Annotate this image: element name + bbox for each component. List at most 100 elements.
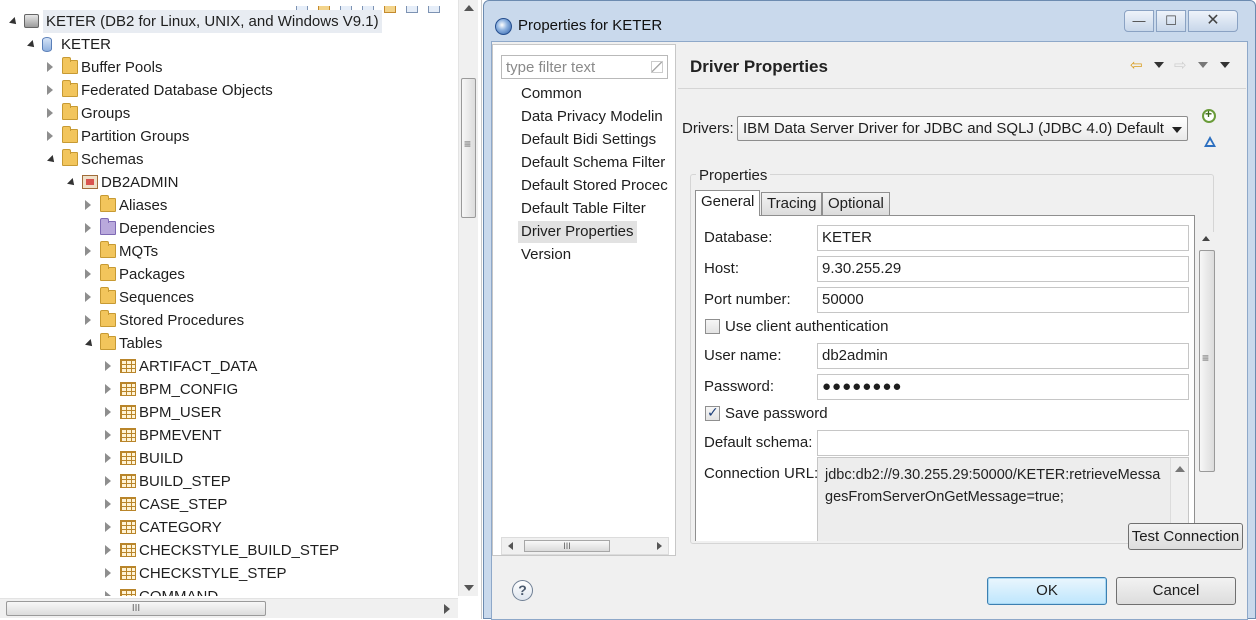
scroll-up-icon[interactable] bbox=[464, 5, 474, 11]
collapsed-twisty-icon[interactable] bbox=[47, 85, 53, 95]
default-schema-field[interactable] bbox=[817, 430, 1189, 456]
tree-item[interactable]: KETER (DB2 for Linux, UNIX, and Windows … bbox=[0, 10, 458, 33]
expanded-twisty-icon[interactable] bbox=[67, 178, 77, 188]
close-button[interactable]: ✕ bbox=[1188, 10, 1238, 32]
save-password-checkbox[interactable] bbox=[705, 404, 720, 421]
nav-item-common[interactable]: Common bbox=[518, 83, 668, 105]
nav-item-driver-properties[interactable]: Driver Properties bbox=[518, 221, 637, 243]
back-arrow-icon[interactable]: ⇦ bbox=[1130, 58, 1143, 73]
tree-item[interactable]: CATEGORY bbox=[0, 516, 458, 539]
tree-vertical-scrollbar[interactable] bbox=[458, 0, 478, 596]
collapsed-twisty-icon[interactable] bbox=[105, 499, 111, 509]
scroll-thumb[interactable] bbox=[461, 78, 476, 218]
port-field[interactable]: 50000 bbox=[817, 287, 1189, 313]
password-field[interactable]: ●●●●●●●● bbox=[817, 374, 1189, 400]
tree-item[interactable]: BUILD bbox=[0, 447, 458, 470]
back-menu-chevron-down-icon[interactable] bbox=[1154, 62, 1164, 68]
tree-item[interactable]: Buffer Pools bbox=[0, 56, 458, 79]
tree-item[interactable]: CHECKSTYLE_BUILD_STEP bbox=[0, 539, 458, 562]
scroll-up-icon[interactable] bbox=[1202, 236, 1210, 241]
clear-filter-icon[interactable] bbox=[651, 61, 663, 73]
scroll-left-icon[interactable] bbox=[508, 542, 513, 550]
collapsed-twisty-icon[interactable] bbox=[47, 62, 53, 72]
host-field[interactable]: 9.30.255.29 bbox=[817, 256, 1189, 282]
collapsed-twisty-icon[interactable] bbox=[47, 108, 53, 118]
tab-general[interactable]: General bbox=[695, 190, 761, 216]
collapsed-twisty-icon[interactable] bbox=[105, 591, 111, 596]
tree-item[interactable]: Aliases bbox=[0, 194, 458, 217]
nav-item-data-privacy-modeling[interactable]: Data Privacy Modelin bbox=[518, 106, 668, 128]
properties-vertical-scrollbar[interactable] bbox=[1197, 232, 1217, 540]
collapsed-twisty-icon[interactable] bbox=[85, 269, 91, 279]
tree-item[interactable]: Sequences bbox=[0, 286, 458, 309]
scroll-thumb[interactable]: III bbox=[524, 540, 610, 552]
tab-optional[interactable]: Optional bbox=[822, 192, 890, 215]
tree-item[interactable]: ARTIFACT_DATA bbox=[0, 355, 458, 378]
collapsed-twisty-icon[interactable] bbox=[85, 200, 91, 210]
forward-menu-chevron-down-icon[interactable] bbox=[1198, 62, 1208, 68]
username-field[interactable]: db2admin bbox=[817, 343, 1189, 369]
scroll-right-icon[interactable] bbox=[444, 604, 450, 614]
tree-item[interactable]: Partition Groups bbox=[0, 125, 458, 148]
scroll-down-icon[interactable] bbox=[464, 585, 474, 591]
nav-item-default-schema-filter[interactable]: Default Schema Filter bbox=[518, 152, 668, 174]
collapsed-twisty-icon[interactable] bbox=[105, 361, 111, 371]
tree-item[interactable]: Schemas bbox=[0, 148, 458, 171]
database-field[interactable]: KETER bbox=[817, 225, 1189, 251]
drivers-dropdown[interactable]: IBM Data Server Driver for JDBC and SQLJ… bbox=[737, 116, 1188, 141]
collapsed-twisty-icon[interactable] bbox=[85, 292, 91, 302]
maximize-button[interactable]: ☐ bbox=[1156, 10, 1186, 32]
nav-item-version[interactable]: Version bbox=[518, 244, 668, 266]
collapsed-twisty-icon[interactable] bbox=[105, 568, 111, 578]
tree-item[interactable]: Packages bbox=[0, 263, 458, 286]
tree-item[interactable]: CASE_STEP bbox=[0, 493, 458, 516]
tree-item[interactable]: BPM_USER bbox=[0, 401, 458, 424]
tree-item[interactable]: Federated Database Objects bbox=[0, 79, 458, 102]
dialog-titlebar[interactable]: Properties for KETER — ☐ ✕ bbox=[484, 1, 1255, 41]
test-connection-button[interactable]: Test Connection bbox=[1128, 523, 1243, 550]
tree-item[interactable]: Dependencies bbox=[0, 217, 458, 240]
tree-item[interactable]: BPMEVENT bbox=[0, 424, 458, 447]
collapsed-twisty-icon[interactable] bbox=[85, 223, 91, 233]
expanded-twisty-icon[interactable] bbox=[27, 40, 37, 50]
save-password-label[interactable]: Save password bbox=[725, 405, 828, 422]
expanded-twisty-icon[interactable] bbox=[85, 339, 95, 349]
filter-field[interactable] bbox=[501, 55, 668, 79]
nav-item-default-bidi-settings[interactable]: Default Bidi Settings bbox=[518, 129, 668, 151]
tree-item[interactable]: MQTs bbox=[0, 240, 458, 263]
collapsed-twisty-icon[interactable] bbox=[105, 476, 111, 486]
collapsed-twisty-icon[interactable] bbox=[105, 545, 111, 555]
client-auth-label[interactable]: Use client authentication bbox=[725, 318, 888, 335]
tree-item[interactable]: COMMAND bbox=[0, 585, 458, 596]
tree-item[interactable]: Groups bbox=[0, 102, 458, 125]
nav-horizontal-scrollbar[interactable]: III bbox=[501, 537, 669, 555]
ok-button[interactable]: OK bbox=[987, 577, 1107, 605]
scroll-thumb[interactable] bbox=[1199, 250, 1215, 472]
collapsed-twisty-icon[interactable] bbox=[47, 131, 53, 141]
nav-item-default-table-filter[interactable]: Default Table Filter bbox=[518, 198, 668, 220]
collapsed-twisty-icon[interactable] bbox=[105, 522, 111, 532]
collapsed-twisty-icon[interactable] bbox=[105, 407, 111, 417]
tree-horizontal-scrollbar[interactable]: III bbox=[0, 598, 458, 618]
tree-item[interactable]: BPM_CONFIG bbox=[0, 378, 458, 401]
object-tree[interactable]: KETER (DB2 for Linux, UNIX, and Windows … bbox=[0, 10, 458, 596]
tab-tracing[interactable]: Tracing bbox=[761, 192, 823, 215]
help-icon[interactable]: ? bbox=[512, 580, 533, 601]
filter-input[interactable] bbox=[502, 56, 646, 78]
collapsed-twisty-icon[interactable] bbox=[85, 315, 91, 325]
collapsed-twisty-icon[interactable] bbox=[105, 430, 111, 440]
forward-arrow-icon[interactable]: ⇨ bbox=[1174, 58, 1187, 73]
tree-item[interactable]: KETER bbox=[0, 33, 458, 56]
edit-driver-icon[interactable] bbox=[1204, 136, 1216, 147]
expanded-twisty-icon[interactable] bbox=[47, 155, 57, 165]
tree-item[interactable]: CHECKSTYLE_STEP bbox=[0, 562, 458, 585]
client-auth-checkbox[interactable] bbox=[705, 319, 720, 334]
expanded-twisty-icon[interactable] bbox=[9, 17, 19, 27]
new-driver-icon[interactable] bbox=[1202, 107, 1216, 123]
tree-item[interactable]: Stored Procedures bbox=[0, 309, 458, 332]
scroll-up-icon[interactable] bbox=[1175, 466, 1185, 472]
nav-item-default-stored-procedure[interactable]: Default Stored Procec bbox=[518, 175, 668, 197]
view-menu-chevron-down-icon[interactable] bbox=[1220, 62, 1230, 68]
tree-item[interactable]: Tables bbox=[0, 332, 458, 355]
collapsed-twisty-icon[interactable] bbox=[105, 453, 111, 463]
